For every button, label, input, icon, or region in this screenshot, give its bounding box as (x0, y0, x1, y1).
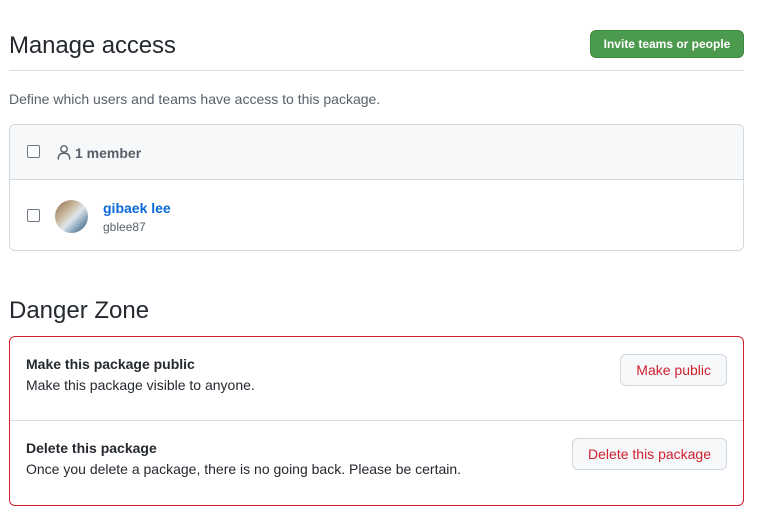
invite-teams-or-people-button[interactable]: Invite teams or people (590, 30, 744, 58)
make-public-description: Make this package visible to anyone. (26, 377, 255, 393)
delete-package-section: Delete this package Once you delete a pa… (10, 421, 743, 505)
manage-access-header: Manage access Invite teams or people (9, 30, 744, 71)
delete-package-title: Delete this package (26, 440, 157, 456)
make-public-section: Make this package public Make this packa… (10, 337, 743, 421)
make-public-title: Make this package public (26, 356, 195, 372)
member-checkbox[interactable] (27, 209, 40, 222)
manage-access-title: Manage access (9, 32, 176, 59)
person-icon (57, 145, 71, 160)
make-public-button[interactable]: Make public (620, 354, 727, 386)
member-row: gibaek lee gblee87 (10, 181, 743, 250)
delete-package-description: Once you delete a package, there is no g… (26, 461, 462, 477)
members-list-header: 1 member (10, 125, 743, 180)
danger-zone-title: Danger Zone (9, 297, 150, 324)
select-all-checkbox[interactable] (27, 145, 40, 158)
member-login: gblee87 (103, 220, 146, 234)
package-settings-page: Manage access Invite teams or people Def… (0, 0, 769, 526)
member-name-link[interactable]: gibaek lee (103, 200, 171, 216)
manage-access-description: Define which users and teams have access… (9, 91, 381, 107)
avatar[interactable] (55, 200, 88, 233)
member-count: 1 member (75, 145, 142, 161)
delete-package-button[interactable]: Delete this package (572, 438, 727, 470)
danger-zone-box: Make this package public Make this packa… (9, 336, 744, 506)
members-list: 1 member gibaek lee gblee87 (9, 124, 744, 251)
